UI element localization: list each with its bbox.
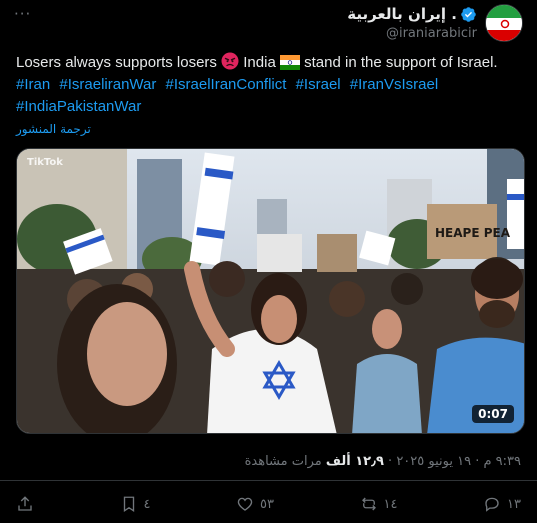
bookmark-icon	[123, 496, 134, 513]
tweet-text: Losers always supports losers India stan…	[16, 52, 526, 74]
reply-icon	[485, 497, 499, 512]
view-count-label: مرات مشاهدة	[244, 454, 322, 469]
tweet-date[interactable]: ١٩ يونيو ٢٠٢٥	[396, 454, 471, 469]
verified-badge-icon	[461, 6, 476, 22]
translate-post-link[interactable]: ترجمة المنشور	[16, 122, 91, 136]
hashtag-link[interactable]: #IndiaPakistanWar	[16, 98, 141, 115]
hashtag-link[interactable]: #Iran	[16, 76, 50, 93]
tweet-actions: ٤ ٥٣ ١٤ ١٣	[16, 492, 521, 516]
meta-separator: ·	[383, 454, 393, 469]
angry-face-emoji-icon	[221, 52, 239, 70]
tiktok-watermark: TikTok	[27, 157, 63, 168]
view-count: ١٢٫٩ ألف	[325, 454, 384, 469]
tweet-header: إيران بالعربية . @iraniarabicir	[347, 4, 523, 44]
bookmark-button[interactable]: ٤	[120, 495, 151, 513]
hashtag-list: #Iran #IsraeliranWar #IsraelIranConflict…	[16, 74, 526, 118]
avatar[interactable]	[485, 4, 523, 42]
hashtag-link[interactable]: #IsraeliranWar	[59, 76, 156, 93]
bookmark-count: ٤	[143, 496, 151, 512]
tweet-meta: ٩:٣٩ م · ١٩ يونيو ٢٠٢٥ · ١٢٫٩ ألف مرات م…	[245, 454, 521, 469]
heart-icon	[237, 497, 253, 511]
tweet-time[interactable]: ٩:٣٩ م	[483, 454, 521, 469]
repost-icon	[361, 497, 376, 511]
author-display-name[interactable]: إيران بالعربية .	[347, 5, 457, 23]
hashtag-link[interactable]: #IsraelIranConflict	[166, 76, 287, 93]
iran-flag-icon	[486, 5, 522, 41]
india-flag-emoji-icon	[279, 55, 300, 70]
author-handle[interactable]: @iraniarabicir	[386, 26, 477, 41]
repost-button[interactable]: ١٤	[360, 495, 398, 513]
video-frame-image: HEAPE PEA	[17, 149, 524, 433]
video-duration-badge: 0:07	[472, 405, 514, 423]
reply-count: ١٣	[506, 496, 521, 512]
reply-button[interactable]: ١٣	[483, 495, 521, 513]
author-name-row[interactable]: إيران بالعربية .	[347, 4, 477, 24]
hashtag-link[interactable]: #Israel	[296, 76, 341, 93]
tweet-text-part-1: Losers always supports losers	[16, 54, 217, 71]
divider	[0, 480, 537, 481]
hashtag-link[interactable]: #IranVsIsrael	[350, 76, 438, 93]
share-button[interactable]	[16, 495, 34, 513]
video-player[interactable]: HEAPE PEA TikTok 0:07	[16, 148, 525, 434]
tweet-text-part-2: India	[243, 54, 276, 71]
like-button[interactable]: ٥٣	[236, 495, 274, 513]
more-options-button[interactable]: ···	[14, 6, 38, 22]
repost-count: ١٤	[383, 496, 398, 512]
like-count: ٥٣	[260, 496, 274, 512]
author-info: إيران بالعربية . @iraniarabicir	[347, 4, 477, 41]
protest-sign-text: HEAPE PEA	[435, 226, 511, 240]
meta-separator: ·	[471, 454, 480, 469]
tweet-text-part-3: stand in the support of Israel.	[304, 54, 498, 71]
share-icon	[18, 496, 32, 511]
